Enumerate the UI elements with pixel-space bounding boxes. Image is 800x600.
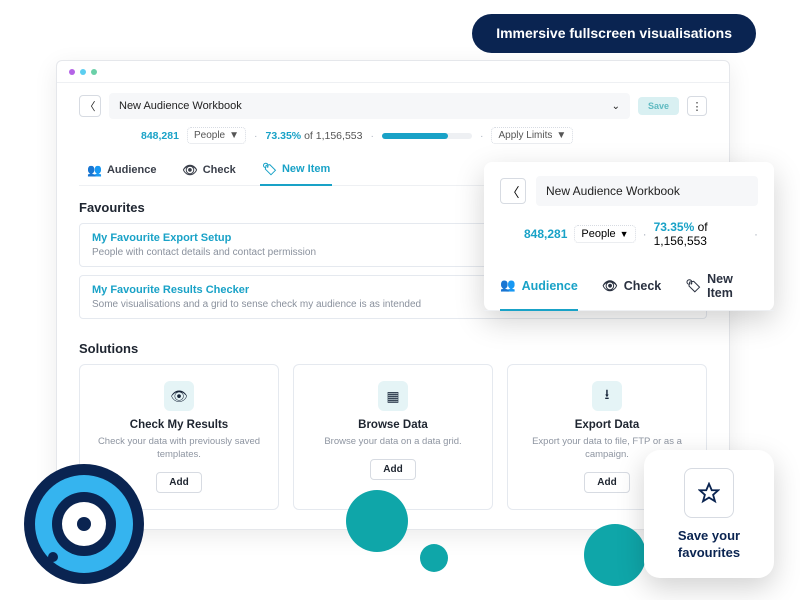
solution-title: Check My Results <box>130 419 228 431</box>
separator-dot: · <box>370 130 374 142</box>
audience-count: 848,281 <box>141 130 179 142</box>
tab-label: Check <box>624 279 662 293</box>
back-button[interactable]: 〈 <box>500 178 526 204</box>
chevron-left-icon: 〈 <box>85 98 96 114</box>
star-icon-box[interactable] <box>684 468 734 518</box>
tab-check[interactable]: 👁 Check <box>180 156 237 185</box>
tab-audience[interactable]: 👥 Audience <box>500 264 578 311</box>
tab-check[interactable]: 👁 Check <box>602 264 661 310</box>
kebab-icon: ⋮ <box>692 100 703 113</box>
promo-badge-text: Immersive fullscreen visualisations <box>496 25 732 41</box>
workbook-title: New Audience Workbook <box>119 100 242 112</box>
eye-icon: 👁 <box>602 279 618 294</box>
audience-total: 1,156,553 <box>316 130 363 142</box>
star-icon <box>698 482 720 504</box>
tab-label: New Item <box>282 163 330 175</box>
chevron-down-icon: ⌄ <box>612 101 620 112</box>
popout-card: 〈 New Audience Workbook 848,281 People ▼… <box>484 162 774 311</box>
separator-dot: · <box>643 227 647 241</box>
caret-down-icon: ▼ <box>556 130 566 141</box>
workbook-title-dropdown[interactable]: New Audience Workbook <box>536 176 758 206</box>
separator-dot: · <box>754 227 758 241</box>
tag-icon: 🏷 <box>685 279 701 294</box>
metrics-bar: 848,281 People ▼ · 73.35% of 1,156,553 ·… <box>79 119 707 152</box>
separator-dot: · <box>254 130 258 142</box>
more-button[interactable]: ⋮ <box>687 96 707 116</box>
audience-total: 1,156,553 <box>654 234 707 248</box>
progress-bar <box>382 133 472 139</box>
people-icon: 👥 <box>87 163 102 177</box>
decorative-circle <box>420 544 448 572</box>
solution-title: Export Data <box>575 419 640 431</box>
grid-icon: ▦ <box>378 381 408 411</box>
of-label: of <box>698 220 708 234</box>
promo-badge: Immersive fullscreen visualisations <box>472 14 756 53</box>
audience-percent: 73.35% <box>654 220 695 234</box>
caret-down-icon: ▼ <box>620 229 629 239</box>
eye-icon: 👁 <box>182 163 197 177</box>
tab-new-item[interactable]: 🏷 New Item <box>260 156 333 186</box>
workbook-title-dropdown[interactable]: New Audience Workbook ⌄ <box>109 93 630 119</box>
add-button[interactable]: Add <box>370 459 415 480</box>
tab-label: Audience <box>107 164 157 176</box>
unit-label: People <box>581 228 615 240</box>
tab-label: Audience <box>522 279 578 293</box>
add-button[interactable]: Add <box>584 472 629 493</box>
decorative-circle <box>346 490 408 552</box>
apply-limits-selector[interactable]: Apply Limits ▼ <box>491 127 573 144</box>
of-label: of <box>304 130 313 142</box>
window-dot <box>91 69 97 75</box>
apply-limits-label: Apply Limits <box>498 130 552 141</box>
unit-selector[interactable]: People ▼ <box>187 127 246 144</box>
section-solutions-heading: Solutions <box>79 327 707 364</box>
window-dot <box>69 69 75 75</box>
save-favourites-label: Save your favourites <box>656 528 762 562</box>
back-button[interactable]: 〈 <box>79 95 101 117</box>
workbook-title: New Audience Workbook <box>546 184 680 198</box>
audience-count: 848,281 <box>524 227 567 241</box>
brand-logo <box>24 464 144 584</box>
caret-down-icon: ▼ <box>229 130 239 141</box>
solution-sub: Check your data with previously saved te… <box>90 436 268 462</box>
tab-audience[interactable]: 👥 Audience <box>85 156 158 185</box>
tab-new-item[interactable]: 🏷 New Item <box>685 264 758 310</box>
eye-icon: 👁 <box>164 381 194 411</box>
separator-dot: · <box>480 130 484 142</box>
solution-card-browse: ▦ Browse Data Browse your data on a data… <box>293 364 493 510</box>
window-dot <box>80 69 86 75</box>
add-button[interactable]: Add <box>156 472 201 493</box>
tag-icon: 🏷 <box>262 162 277 176</box>
tab-label: New Item <box>707 272 758 300</box>
unit-selector[interactable]: People ▼ <box>574 225 635 243</box>
solution-title: Browse Data <box>358 419 428 431</box>
save-button[interactable]: Save <box>638 97 679 115</box>
decorative-circle <box>584 524 646 586</box>
people-icon: 👥 <box>500 278 516 293</box>
window-titlebar <box>57 61 729 83</box>
chevron-left-icon: 〈 <box>506 182 519 201</box>
download-icon: ⭳ <box>592 381 622 411</box>
tab-label: Check <box>203 164 236 176</box>
save-favourites-card: Save your favourites <box>644 450 774 578</box>
unit-label: People <box>194 130 225 141</box>
solution-sub: Browse your data on a data grid. <box>324 436 461 449</box>
audience-percent: 73.35% <box>266 130 302 142</box>
